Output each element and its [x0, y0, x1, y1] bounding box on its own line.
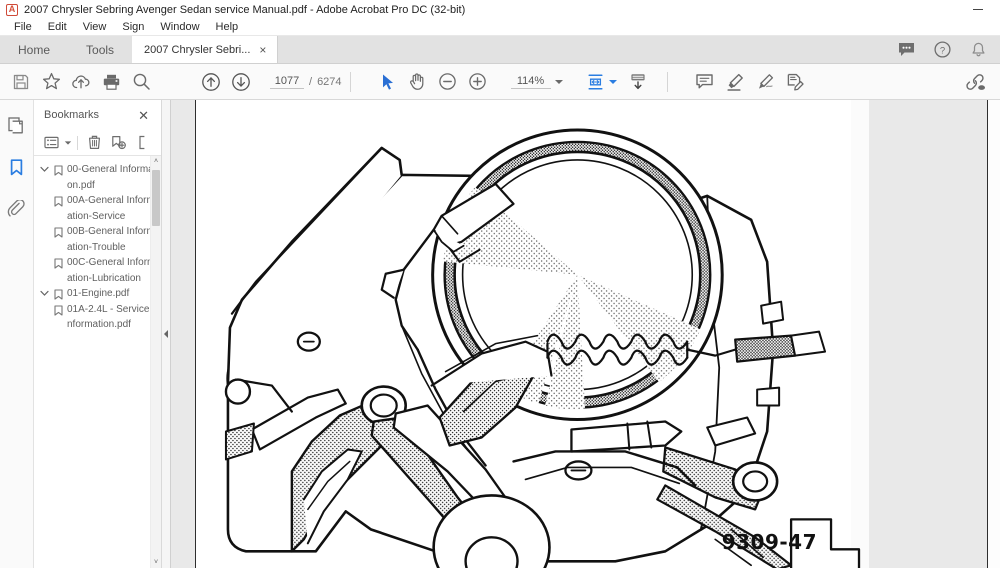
chevron-down-icon[interactable] [38, 162, 51, 173]
bookmarks-scrollbar[interactable]: ˄ ˅ [150, 156, 161, 568]
bookmark-marker-icon [51, 255, 65, 269]
chevron-left-icon [164, 330, 168, 338]
select-cursor-icon[interactable] [373, 67, 403, 97]
page-navigation: / 6274 [270, 74, 342, 89]
tab-bar: Home Tools 2007 Chrysler Sebri... × ? [0, 36, 1000, 64]
delete-bookmark-icon[interactable] [83, 133, 105, 153]
next-page-icon[interactable] [226, 67, 256, 97]
panel-collapse-handle[interactable] [162, 100, 171, 568]
attachments-icon[interactable] [4, 196, 30, 222]
page-display-mode-icon[interactable] [623, 67, 653, 97]
acrobat-logo-icon [6, 3, 18, 16]
bookmark-label: 00C-General Information-Lubrication [67, 257, 156, 284]
bookmarks-tree[interactable]: 00-General Information.pdf 00A-General I… [34, 156, 161, 568]
hand-tool-icon[interactable] [403, 67, 433, 97]
close-panel-icon[interactable]: ✕ [134, 107, 153, 124]
pdf-page: 9309-47 [195, 100, 869, 568]
bookmarks-panel-header: Bookmarks ✕ [34, 100, 161, 130]
menu-view[interactable]: View [75, 19, 115, 36]
help-circle-icon[interactable]: ? [932, 40, 952, 60]
bookmark-marker-icon [51, 224, 65, 238]
menu-window[interactable]: Window [152, 19, 207, 36]
bookmark-label: 00-General Information.pdf [67, 164, 159, 191]
page-thumbnails-icon[interactable] [4, 112, 30, 138]
fill-and-sign-icon[interactable] [780, 67, 810, 97]
viewer-right-edge [987, 100, 1000, 568]
bookmark-item[interactable]: 00-General Information.pdf [34, 162, 161, 193]
new-bookmark-icon[interactable] [107, 133, 129, 153]
title-bar: 2007 Chrysler Sebring Avenger Sedan serv… [0, 0, 1000, 19]
print-icon[interactable] [96, 67, 126, 97]
comment-balloon-icon[interactable] [896, 40, 916, 60]
total-pages-label: 6274 [317, 75, 342, 88]
tab-document-label: 2007 Chrysler Sebri... [144, 43, 251, 56]
chevron-down-icon[interactable] [38, 286, 51, 297]
main-toolbar: / 6274 [0, 64, 1000, 100]
tab-document[interactable]: 2007 Chrysler Sebri... × [132, 36, 279, 63]
menu-edit[interactable]: Edit [40, 19, 75, 36]
tab-bar-right-icons: ? [896, 36, 1000, 63]
bookmark-item[interactable]: 01A-2.4L - Service Information.pdf [34, 302, 161, 333]
tab-home[interactable]: Home [0, 36, 68, 63]
svg-text:?: ? [939, 45, 944, 56]
bookmark-marker-icon [51, 162, 65, 176]
search-icon[interactable] [126, 67, 156, 97]
bookmark-label: 01A-2.4L - Service Information.pdf [67, 303, 156, 331]
bookmarks-panel: Bookmarks ✕ 00-General Information.pdf 0… [34, 100, 162, 568]
bookmark-item[interactable]: 01-Engine.pdf [34, 286, 161, 302]
bookmark-options-chevron-down-icon[interactable] [64, 140, 72, 145]
current-page-input[interactable] [270, 74, 304, 89]
bookmark-item[interactable]: 00C-General Information-Lubrication [34, 255, 161, 286]
bookmarks-toolbar [34, 130, 161, 156]
navigation-rail [0, 100, 34, 568]
bookmark-label: 01-Engine.pdf [67, 288, 130, 299]
zoom-in-icon[interactable] [463, 67, 493, 97]
expand-bookmark-icon[interactable] [131, 133, 153, 153]
zoom-dropdown-chevron-down-icon[interactable] [554, 79, 563, 84]
scroll-down-icon[interactable]: ˅ [151, 557, 161, 568]
technical-illustration [224, 128, 861, 568]
main-body: Bookmarks ✕ 00-General Information.pdf 0… [0, 100, 1000, 568]
zoom-control [510, 74, 563, 89]
menu-bar: File Edit View Sign Window Help [0, 19, 1000, 36]
bookmark-options-icon[interactable] [40, 133, 62, 153]
notification-bell-icon[interactable] [968, 40, 988, 60]
fit-mode-chevron-down-icon[interactable] [608, 79, 617, 84]
acrobat-window: 2007 Chrysler Sebring Avenger Sedan serv… [0, 0, 1000, 568]
toolbar-right-group [960, 67, 1000, 97]
bookmark-item[interactable]: 00B-General Information-Trouble [34, 224, 161, 255]
draw-freehand-icon[interactable] [750, 67, 780, 97]
bookmark-label: 00A-General Information-Service [67, 195, 155, 222]
bookmark-label: 00B-General Information-Trouble [67, 226, 155, 253]
window-title: 2007 Chrysler Sebring Avenger Sedan serv… [24, 3, 466, 16]
add-to-favorites-icon[interactable] [36, 67, 66, 97]
save-icon[interactable] [6, 67, 36, 97]
zoom-level-input[interactable] [510, 74, 551, 89]
bookmarks-icon[interactable] [4, 154, 30, 180]
tab-tools[interactable]: Tools [68, 36, 132, 63]
figure-number-label: 9309-47 [721, 530, 817, 554]
menu-sign[interactable]: Sign [114, 19, 152, 36]
bookmark-marker-icon [51, 286, 65, 300]
page-separator: / [309, 75, 313, 88]
highlight-text-icon[interactable] [720, 67, 750, 97]
menu-help[interactable]: Help [208, 19, 247, 36]
bookmark-marker-icon [51, 302, 65, 316]
previous-page-icon[interactable] [196, 67, 226, 97]
document-viewer[interactable]: 9309-47 [171, 100, 1000, 568]
add-comment-icon[interactable] [690, 67, 720, 97]
bookmark-marker-icon [51, 193, 65, 207]
fit-page-width-icon[interactable] [581, 67, 611, 97]
scrollbar-thumb[interactable] [152, 170, 160, 226]
upload-to-cloud-icon[interactable] [66, 67, 96, 97]
scroll-up-icon[interactable]: ˄ [151, 156, 161, 167]
menu-file[interactable]: File [6, 19, 40, 36]
bookmarks-panel-title: Bookmarks [44, 109, 100, 121]
tab-close-icon[interactable]: × [256, 42, 269, 58]
bookmark-item[interactable]: 00A-General Information-Service [34, 193, 161, 224]
zoom-out-icon[interactable] [433, 67, 463, 97]
minimize-button[interactable] [964, 0, 992, 19]
share-link-icon[interactable] [960, 67, 990, 97]
